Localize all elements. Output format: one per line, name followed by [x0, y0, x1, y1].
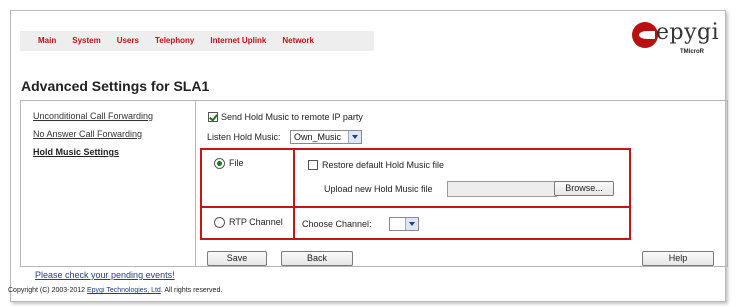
- epygi-logo: epygi TMicroR: [632, 20, 724, 62]
- listen-hold-music-value: Own_Music: [294, 132, 342, 142]
- choose-channel-value: [390, 219, 393, 229]
- nav-system[interactable]: System: [64, 31, 109, 51]
- file-radio-label: File: [229, 158, 244, 168]
- help-button[interactable]: Help: [642, 251, 714, 266]
- table-column-divider: [293, 148, 295, 238]
- save-button[interactable]: Save: [207, 251, 267, 266]
- top-navigation: Main System Users Telephony Internet Upl…: [20, 31, 374, 51]
- nav-users[interactable]: Users: [108, 31, 147, 51]
- nav-telephony[interactable]: Telephony: [146, 31, 203, 51]
- logo-e-mark-icon: [632, 22, 658, 48]
- choose-channel-select[interactable]: [389, 217, 419, 231]
- rtp-channel-label: RTP Channel: [229, 217, 283, 227]
- choose-channel-label: Choose Channel:: [302, 219, 372, 229]
- sidebar: Unconditional Call Forwarding No Answer …: [21, 101, 196, 266]
- page-title: Advanced Settings for SLA1: [21, 78, 210, 94]
- nav-internet-uplink[interactable]: Internet Uplink: [202, 31, 275, 51]
- upload-label: Upload new Hold Music file: [324, 184, 433, 194]
- rtp-channel-radio[interactable]: [214, 217, 225, 228]
- table-row-divider: [200, 206, 631, 208]
- company-link[interactable]: Epygi Technologies, Ltd: [87, 287, 161, 294]
- back-button[interactable]: Back: [281, 251, 353, 266]
- logo-subtext: TMicroR: [680, 49, 704, 55]
- send-hold-music-checkbox[interactable]: [208, 112, 218, 122]
- restore-default-label: Restore default Hold Music file: [322, 160, 445, 170]
- send-hold-music-label: Send Hold Music to remote IP party: [221, 112, 363, 122]
- listen-hold-music-select[interactable]: Own_Music: [290, 130, 362, 144]
- copyright-prefix: Copyright (C) 2003-2012: [8, 287, 87, 294]
- browse-button[interactable]: Browse...: [554, 181, 614, 196]
- listen-hold-music-label: Listen Hold Music:: [207, 132, 281, 142]
- copyright-suffix: . All rights reserved.: [160, 287, 223, 294]
- logo-text: epygi: [656, 20, 720, 45]
- copyright: Copyright (C) 2003-2012 Epygi Technologi…: [8, 287, 222, 294]
- pending-events-link[interactable]: Please check your pending events!: [35, 270, 175, 280]
- file-radio[interactable]: [214, 158, 225, 169]
- sidebar-item-unconditional-forwarding[interactable]: Unconditional Call Forwarding: [33, 111, 153, 121]
- nav-main[interactable]: Main: [20, 31, 65, 51]
- nav-network[interactable]: Network: [274, 31, 374, 51]
- sidebar-item-hold-music-settings[interactable]: Hold Music Settings: [33, 147, 119, 157]
- restore-default-checkbox[interactable]: [308, 160, 318, 170]
- sidebar-item-no-answer-forwarding[interactable]: No Answer Call Forwarding: [33, 129, 142, 139]
- chevron-down-icon: [348, 131, 361, 143]
- settings-panel: Unconditional Call Forwarding No Answer …: [20, 100, 728, 267]
- upload-file-input[interactable]: [447, 181, 557, 197]
- chevron-down-icon: [405, 218, 418, 230]
